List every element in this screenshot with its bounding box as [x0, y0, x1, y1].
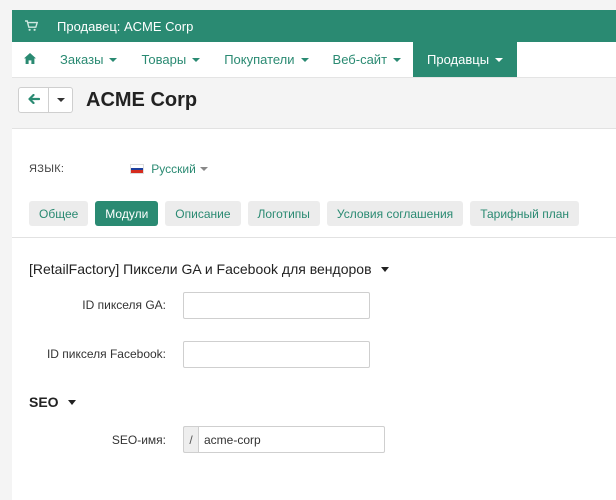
content-panel: ЯЗЫК: Русский Общее Модули Описание Лого…	[12, 128, 616, 500]
nav-website-label: Веб-сайт	[332, 52, 388, 67]
history-dropdown-button[interactable]	[49, 87, 73, 113]
tab-bar: Общее Модули Описание Логотипы Условия с…	[29, 201, 586, 226]
arrow-left-icon	[27, 91, 40, 109]
seo-name-label: SEO-имя:	[111, 433, 166, 447]
home-icon	[24, 52, 36, 67]
nav-vendors-label: Продавцы	[427, 52, 490, 67]
nav-website[interactable]: Веб-сайт	[321, 42, 413, 77]
main-nav: Заказы Товары Покупатели Веб-сайт Продав…	[12, 42, 616, 78]
nav-home[interactable]	[12, 42, 48, 77]
page-title: ACME Corp	[86, 88, 198, 111]
back-button[interactable]	[18, 87, 49, 113]
nav-products-label: Товары	[141, 52, 187, 67]
ga-pixel-input[interactable]	[183, 292, 370, 319]
pixels-section-title: [RetailFactory] Пиксели GA и Facebook дл…	[29, 261, 372, 277]
tab-agreement-terms[interactable]: Условия соглашения	[326, 201, 464, 226]
tab-description[interactable]: Описание	[165, 201, 241, 226]
ga-pixel-label: ID пикселя GA:	[82, 298, 166, 312]
nav-orders[interactable]: Заказы	[48, 42, 129, 77]
chevron-down-icon	[67, 399, 76, 405]
back-button-group	[18, 87, 73, 113]
chevron-down-icon	[192, 57, 201, 62]
tab-modules[interactable]: Модули	[95, 201, 159, 226]
language-row: ЯЗЫК: Русский	[29, 162, 208, 176]
top-bar: Продавец: ACME Corp	[12, 10, 616, 42]
tab-logos[interactable]: Логотипы	[247, 201, 320, 226]
language-value: Русский	[151, 162, 196, 176]
vendor-title: Продавец: ACME Corp	[57, 18, 194, 34]
nav-products[interactable]: Товары	[129, 42, 212, 77]
language-selector[interactable]: Русский	[130, 162, 208, 176]
divider	[12, 237, 616, 238]
chevron-down-icon	[199, 167, 208, 171]
language-label: ЯЗЫК:	[29, 163, 65, 175]
nav-vendors[interactable]: Продавцы	[413, 42, 518, 77]
seo-section-toggle[interactable]: SEO	[29, 394, 76, 410]
seo-section-title: SEO	[29, 394, 59, 410]
chevron-down-icon	[380, 266, 389, 272]
nav-customers-label: Покупатели	[224, 52, 295, 67]
tab-general[interactable]: Общее	[29, 201, 89, 226]
chevron-down-icon	[495, 57, 504, 62]
tab-pricing-plan[interactable]: Тарифный план	[470, 201, 579, 226]
nav-customers[interactable]: Покупатели	[212, 42, 320, 77]
chevron-down-icon	[109, 57, 118, 62]
pixels-section-toggle[interactable]: [RetailFactory] Пиксели GA и Facebook дл…	[29, 261, 389, 277]
russia-flag-icon	[130, 164, 145, 174]
page-header: ACME Corp	[12, 80, 616, 120]
chevron-down-icon	[300, 57, 309, 62]
seo-name-field: / acme-corp	[183, 426, 385, 453]
cart-icon	[25, 20, 39, 32]
chevron-down-icon	[393, 57, 402, 62]
seo-name-input[interactable]: acme-corp	[198, 426, 385, 453]
facebook-pixel-input[interactable]	[183, 341, 370, 368]
seo-prefix: /	[183, 426, 198, 453]
facebook-pixel-label: ID пикселя Facebook:	[46, 347, 166, 361]
nav-orders-label: Заказы	[60, 52, 104, 67]
chevron-down-icon	[56, 98, 65, 102]
